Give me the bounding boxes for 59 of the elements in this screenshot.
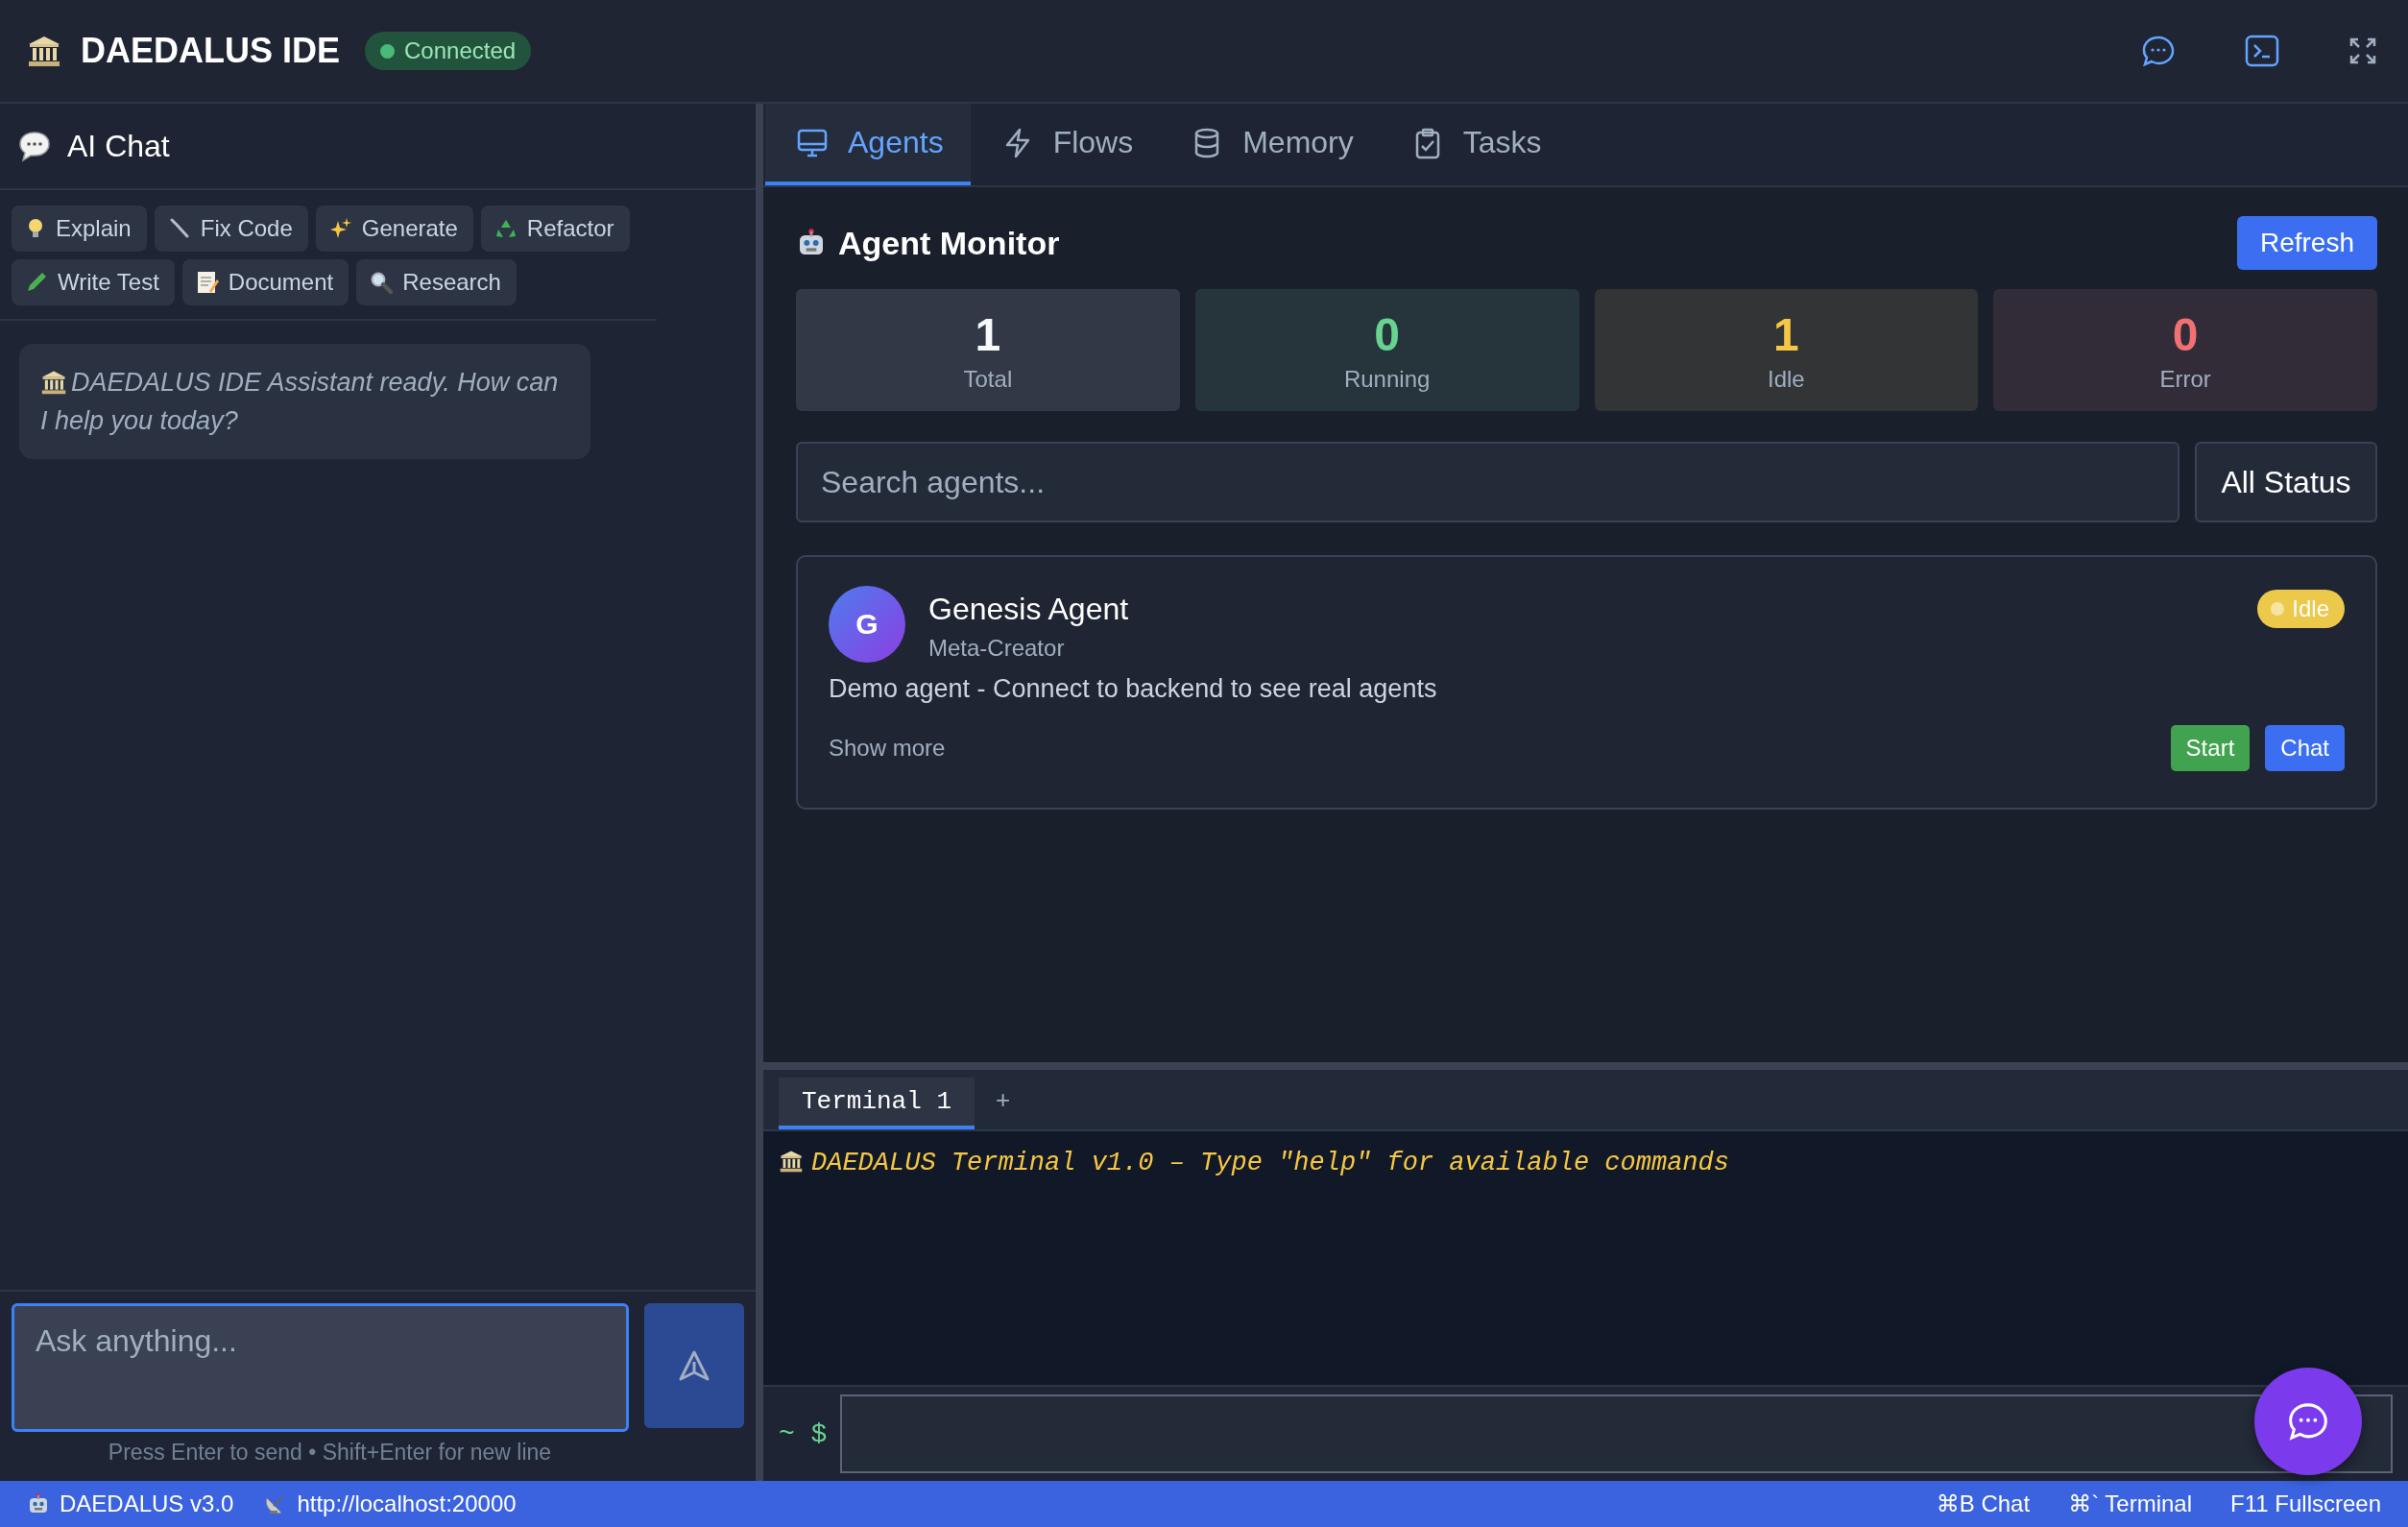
panel-title: AI Chat <box>67 128 170 164</box>
stat-value: 1 <box>975 307 1001 362</box>
quick-action-button[interactable]: Research <box>356 259 517 305</box>
chat-icon <box>2287 1400 2329 1442</box>
shortcut-hint: F11 Fullscreen <box>2230 1491 2381 1517</box>
agent-avatar: G <box>829 586 905 663</box>
tab[interactable]: Flows <box>970 104 1161 185</box>
quick-action-button[interactable]: Fix Code <box>154 206 308 252</box>
stat-value: 0 <box>1374 307 1400 362</box>
tab[interactable]: Memory <box>1160 104 1381 185</box>
quick-action-button[interactable]: Explain <box>12 206 147 252</box>
shortcut-hint: ⌘B Chat <box>1936 1491 2031 1517</box>
add-terminal-button[interactable]: + <box>990 1083 1017 1116</box>
stat-label: Running <box>1343 365 1431 393</box>
building-icon <box>779 1150 804 1173</box>
stat-label: Total <box>963 365 1013 393</box>
status-text: DAEDALUS v3.0 <box>60 1491 234 1517</box>
app-title: DAEDALUS IDE <box>81 31 341 71</box>
quick-action-button[interactable]: Document <box>181 259 349 305</box>
show-more-link[interactable]: Show more <box>829 735 946 762</box>
send-icon <box>677 1348 711 1383</box>
stat-value: 1 <box>1773 307 1799 362</box>
quick-action-button[interactable]: Generate <box>315 206 473 252</box>
connection-badge: Connected <box>365 32 532 70</box>
fullscreen-icon <box>2348 36 2377 65</box>
refresh-button[interactable]: Refresh <box>2236 216 2377 270</box>
stat-label: Idle <box>1768 365 1805 393</box>
tab[interactable]: Tasks <box>1380 104 1569 185</box>
input-hint: Press Enter to send • Shift+Enter for new line <box>107 1439 553 1466</box>
memo-icon <box>195 270 219 295</box>
magnifier-icon <box>370 271 394 294</box>
status-text: http://localhost:20000 <box>297 1491 517 1517</box>
chat-input-field[interactable]: Ask anything... <box>12 1303 629 1432</box>
quick-action-button[interactable]: Refactor <box>480 206 630 252</box>
quick-action-button[interactable]: Write Test <box>12 259 175 305</box>
chat-icon <box>2141 35 2176 67</box>
terminal-line: DAEDALUS Terminal v1.0 – Type "help" for available commands <box>779 1149 2393 1177</box>
terminal-icon <box>2245 35 2279 67</box>
status-badge: Idle <box>2257 590 2345 628</box>
speech-bubble-icon <box>17 130 52 162</box>
shortcut-hint: ⌘` Terminal <box>2068 1491 2193 1517</box>
terminal-input-field[interactable] <box>840 1394 2393 1473</box>
assistant-message: DAEDALUS IDE Assistant ready. How can I help you today? <box>19 344 590 459</box>
tab[interactable]: Agents <box>765 104 971 185</box>
pencil-icon <box>25 271 48 294</box>
building-icon <box>40 370 67 395</box>
status-filter-dropdown[interactable]: All Status <box>2195 442 2377 522</box>
agent-action-button[interactable]: Chat <box>2265 725 2345 771</box>
agent-description: Demo agent - Connect to backend to see real agents <box>829 674 1438 704</box>
terminal-prompt: ~ $ <box>779 1418 828 1449</box>
robot-icon <box>27 1492 50 1515</box>
section-title: Agent Monitor <box>838 224 1060 262</box>
search-field[interactable]: Search agents... <box>796 442 2179 522</box>
logo-icon <box>27 35 61 67</box>
agent-role: Meta-Creator <box>928 635 1066 662</box>
terminal-tab[interactable]: Terminal 1 <box>779 1078 975 1129</box>
stat-label: Error <box>2159 365 2211 393</box>
agent-name: Genesis Agent <box>928 592 1130 627</box>
stat-value: 0 <box>2172 307 2199 362</box>
